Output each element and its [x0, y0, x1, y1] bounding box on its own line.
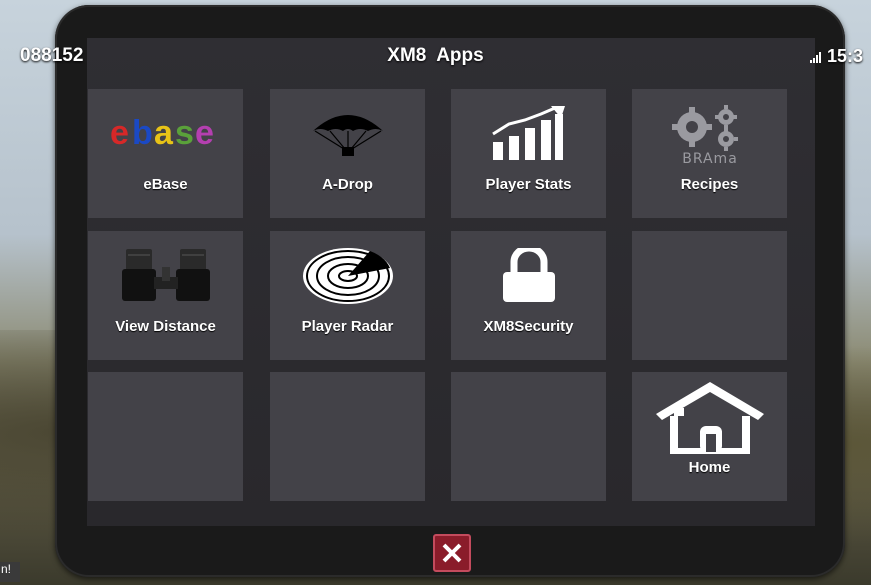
status-right: 15:3: [810, 46, 863, 67]
app-tile-empty: [451, 372, 606, 501]
radar-icon: [270, 245, 425, 307]
app-tile-recipes[interactable]: BRAma Recipes: [632, 89, 787, 218]
gears-brama-icon: BRAma: [632, 103, 787, 165]
page-title: XM8 Apps: [387, 45, 484, 66]
app-tile-empty: [88, 372, 243, 501]
app-tile-xm8security[interactable]: XM8Security: [451, 231, 606, 360]
app-tile-empty: [270, 372, 425, 501]
app-label: eBase: [143, 176, 188, 193]
app-label: XM8Security: [483, 318, 574, 335]
signal-icon: [810, 52, 821, 63]
ebase-logo-icon: e b a s e: [88, 103, 243, 165]
brama-logo-text: BRAma: [682, 151, 738, 165]
parachute-icon: [270, 103, 425, 165]
svg-text:s: s: [175, 114, 194, 152]
close-icon: [442, 543, 462, 563]
app-label: A-Drop: [322, 176, 373, 193]
app-tile-a-drop[interactable]: A-Drop: [270, 89, 425, 218]
corner-chat-text: n!: [0, 562, 20, 582]
bar-chart-up-icon: [451, 103, 606, 165]
svg-text:e: e: [195, 114, 214, 152]
close-button[interactable]: [433, 534, 471, 572]
binoculars-icon: [88, 245, 243, 307]
app-label: View Distance: [115, 318, 216, 335]
app-tile-view-distance[interactable]: View Distance: [88, 231, 243, 360]
svg-text:e: e: [110, 114, 129, 152]
clock-time: 15:3: [827, 46, 864, 66]
app-tile-ebase[interactable]: e b a s e eBase: [88, 89, 243, 218]
app-label: Player Stats: [485, 176, 572, 193]
svg-text:b: b: [132, 114, 153, 152]
padlock-icon: [451, 245, 606, 307]
app-label: Home: [688, 459, 731, 476]
app-label: Player Radar: [301, 318, 394, 335]
app-tile-player-stats[interactable]: Player Stats: [451, 89, 606, 218]
home-icon: [632, 382, 787, 454]
app-tile-home[interactable]: Home: [632, 372, 787, 501]
svg-text:a: a: [154, 114, 174, 152]
app-tile-player-radar[interactable]: Player Radar: [270, 231, 425, 360]
app-label: Recipes: [680, 176, 739, 193]
app-tile-empty: [632, 231, 787, 360]
